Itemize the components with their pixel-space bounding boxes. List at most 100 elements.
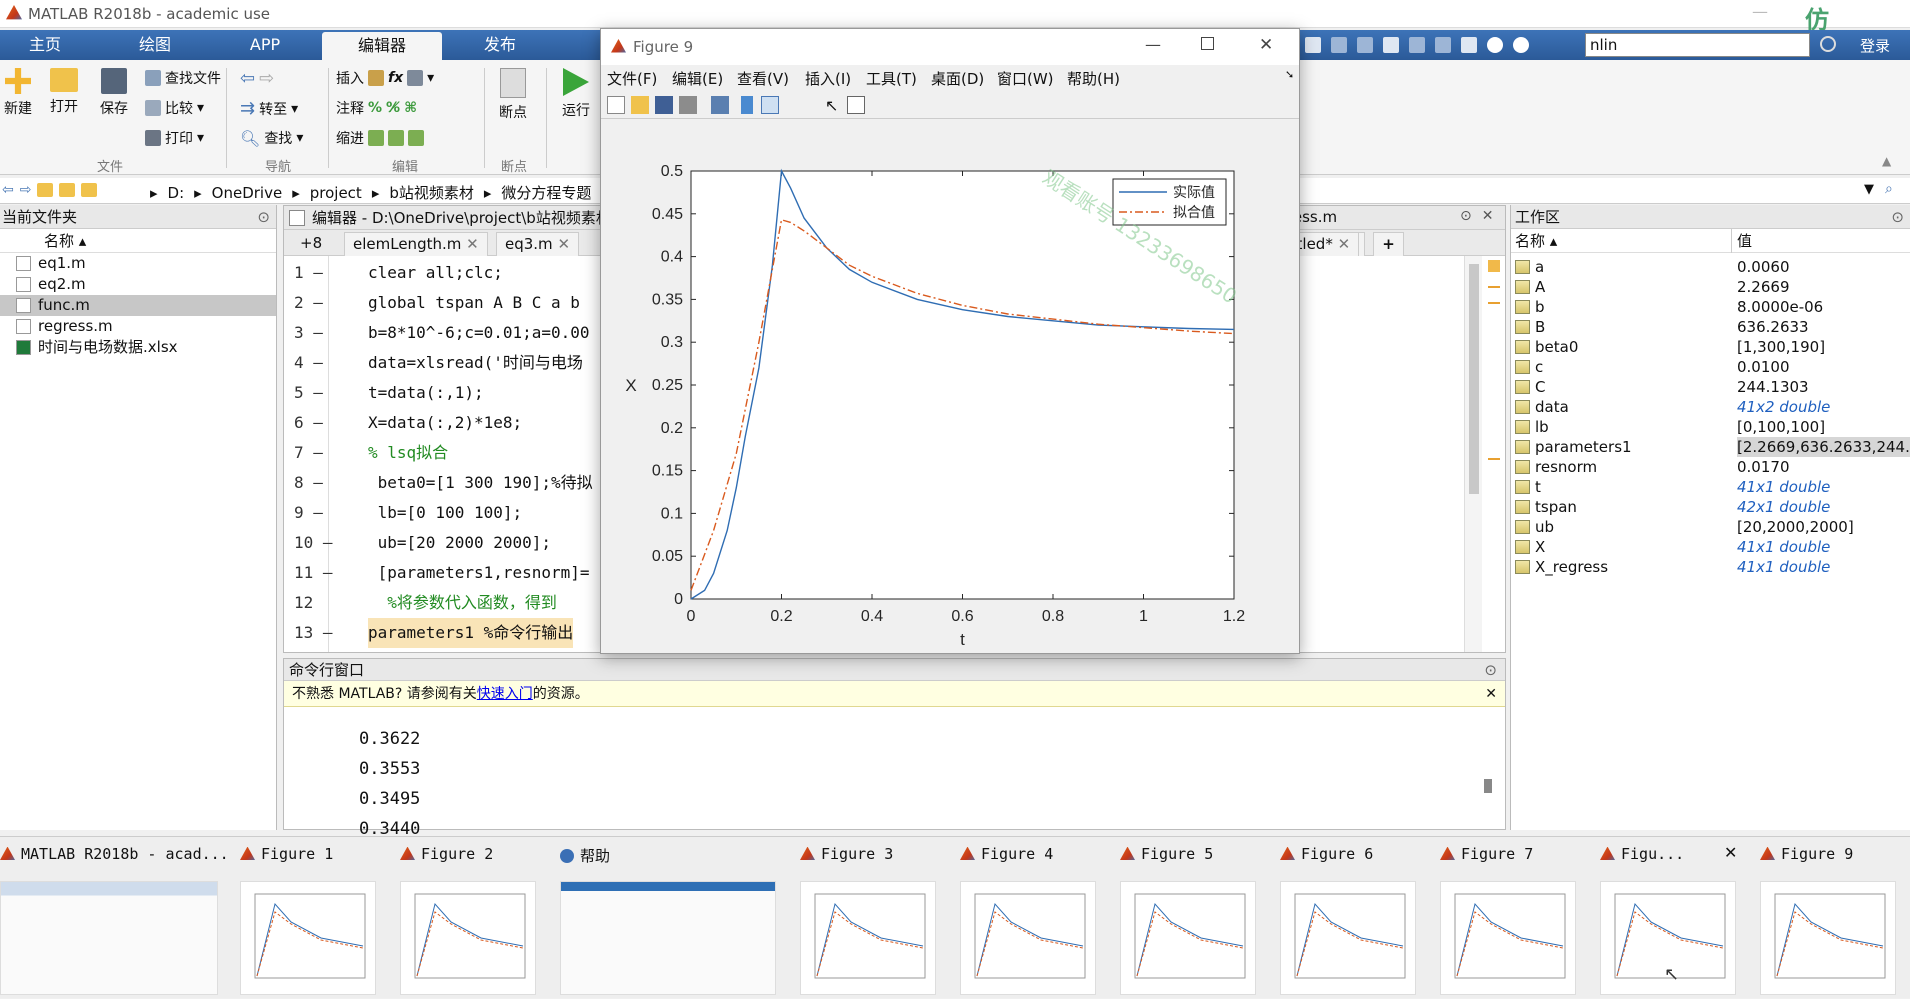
taskbar-thumbnail[interactable]: Figure 5 (1120, 837, 1260, 999)
tab-apps[interactable]: APP (220, 30, 310, 60)
colorbar-icon[interactable] (741, 96, 753, 114)
taskbar-thumbnail[interactable]: Figure 7 (1440, 837, 1580, 999)
breadcrumb-item[interactable]: project (310, 184, 362, 202)
line-number[interactable]: 7 — (294, 438, 354, 468)
taskbar-thumbnail[interactable]: 帮助 (560, 837, 780, 999)
tab-editor[interactable]: 编辑器 (322, 32, 442, 60)
taskbar-thumbnail[interactable]: Figure 3 (800, 837, 940, 999)
close-icon[interactable]: ✕ (1482, 208, 1494, 224)
minimize-icon[interactable]: — (1145, 35, 1161, 54)
line-number[interactable]: 3 — (294, 318, 354, 348)
workspace-variable-row[interactable]: t 41x1 double (1511, 477, 1910, 497)
taskbar-thumbnail[interactable]: MATLAB R2018b - acad... (0, 837, 229, 999)
workspace-variable-row[interactable]: tspan 42x1 double (1511, 497, 1910, 517)
print-button[interactable]: 打印 ▾ (145, 128, 204, 148)
line-number[interactable]: 13 — (294, 618, 354, 648)
find-files-button[interactable]: 查找文件 (145, 68, 221, 88)
panel-menu-icon[interactable]: ⊙ (257, 205, 270, 229)
close-icon[interactable]: ✕ (1485, 681, 1497, 707)
community-icon[interactable] (1513, 37, 1529, 53)
legend-icon[interactable] (761, 96, 779, 114)
warning-indicator-icon[interactable] (1488, 260, 1500, 272)
workspace-variable-row[interactable]: c 0.0100 (1511, 357, 1910, 377)
up-folder-icon[interactable] (37, 183, 54, 197)
back-arrow-icon[interactable]: ⇦ (2, 182, 14, 198)
goto-button[interactable]: ⇉ 转至 ▾ (240, 98, 298, 119)
compare-button[interactable]: 比较 ▾ (145, 98, 204, 118)
code-scrollbar[interactable] (1464, 256, 1482, 652)
tab-overflow-button[interactable]: +8 (292, 232, 332, 256)
menu-file[interactable]: 文件(F) (607, 68, 657, 89)
menu-window[interactable]: 窗口(W) (997, 68, 1054, 89)
run-button[interactable]: 运行 (560, 68, 592, 120)
tab-plots[interactable]: 绘图 (110, 30, 200, 60)
line-number[interactable]: 6 — (294, 408, 354, 438)
panel-menu-icon[interactable]: ⊙ (1891, 205, 1904, 229)
link-plot-icon[interactable] (711, 96, 729, 114)
cut-icon[interactable] (1331, 37, 1347, 53)
column-divider[interactable] (1731, 229, 1732, 253)
workspace-variable-row[interactable]: resnorm 0.0170 (1511, 457, 1910, 477)
login-link[interactable]: 登录 (1860, 35, 1890, 56)
line-number[interactable]: 8 — (294, 468, 354, 498)
tab-eq3[interactable]: eq3.m ✕ (496, 232, 580, 256)
file-list-item[interactable]: eq2.m (0, 274, 276, 295)
help-icon[interactable] (1487, 37, 1503, 53)
line-number[interactable]: 4 — (294, 348, 354, 378)
close-icon[interactable]: ✕ (1259, 35, 1273, 55)
figure-plot[interactable]: 0 0.2 0.4 0.6 0.8 1 1.2 0 0.05 0.1 0.15 0.2 0.25 0.3 0… (601, 121, 1299, 653)
file-list-item[interactable]: 时间与电场数据.xlsx (0, 337, 276, 358)
save-icon[interactable] (1305, 37, 1321, 53)
breadcrumb-item[interactable]: b站视频素材 (389, 182, 474, 203)
pointer-icon[interactable]: ↖ (825, 96, 839, 115)
line-number[interactable]: 1 — (294, 258, 354, 288)
workspace-variable-row[interactable]: a 0.0060 (1511, 257, 1910, 277)
workspace-variable-row[interactable]: B 636.2633 (1511, 317, 1910, 337)
menu-help[interactable]: 帮助(H) (1067, 68, 1120, 89)
close-icon[interactable]: ✕ (557, 235, 570, 253)
quick-start-link[interactable]: 快速入门 (477, 686, 533, 702)
close-icon[interactable]: ✕ (1724, 843, 1737, 862)
print-figure-icon[interactable] (679, 96, 697, 114)
search-icon[interactable]: ⌕ (1885, 181, 1893, 197)
find-button[interactable]: 🔍︎ 查找 ▾ (240, 128, 303, 148)
taskbar-thumbnail[interactable]: Figure 6 (1280, 837, 1420, 999)
file-list-item[interactable]: func.m (0, 295, 276, 316)
new-figure-icon[interactable] (607, 96, 625, 114)
close-icon[interactable]: ✕ (1338, 235, 1351, 253)
taskbar-thumbnail[interactable]: Figure 2 (400, 837, 540, 999)
menu-view[interactable]: 查看(V) (737, 68, 789, 89)
line-number[interactable]: 9 — (294, 498, 354, 528)
line-number[interactable]: 10 — (294, 528, 354, 558)
paste-icon[interactable] (1383, 37, 1399, 53)
forward-arrow-icon[interactable]: ⇨ (20, 182, 32, 198)
tab-publish[interactable]: 发布 (455, 30, 545, 60)
comment-button[interactable]: 注释% %̸ ⌘ (336, 98, 417, 118)
minimize-icon[interactable]: — (1740, 2, 1780, 24)
new-tab-button[interactable]: + (1373, 232, 1404, 256)
save-figure-icon[interactable] (655, 96, 673, 114)
account-icon[interactable] (1820, 36, 1836, 52)
panel-menu-icon[interactable]: ⊙ (1484, 659, 1497, 681)
taskbar-thumbnail[interactable]: Figure 4 (960, 837, 1100, 999)
line-number[interactable]: 5 — (294, 378, 354, 408)
workspace-variable-row[interactable]: lb [0,100,100] (1511, 417, 1910, 437)
panel-menu-icon[interactable]: ⊙ (1460, 208, 1472, 224)
workspace-variable-row[interactable]: ub [20,2000,2000] (1511, 517, 1910, 537)
menu-edit[interactable]: 编辑(E) (672, 68, 723, 89)
workspace-variable-row[interactable]: X 41x1 double (1511, 537, 1910, 557)
file-list-item[interactable]: regress.m (0, 316, 276, 337)
file-list-item[interactable]: eq1.m (0, 253, 276, 274)
column-name[interactable]: 名称 ▴ (1515, 229, 1557, 253)
search-documentation-input[interactable]: nlin (1585, 33, 1810, 57)
line-number[interactable]: 12 (294, 588, 354, 618)
dock-arrow-icon[interactable]: ➘ (1285, 68, 1294, 81)
open-button[interactable]: 打开 (48, 68, 80, 116)
breakpoints-button[interactable]: 断点 (492, 68, 534, 122)
cmd-scrollbar-thumb[interactable] (1484, 779, 1492, 793)
column-value[interactable]: 值 (1737, 229, 1752, 253)
breadcrumb-item[interactable]: OneDrive (212, 184, 283, 202)
workspace-variable-row[interactable]: beta0 [1,300,190] (1511, 337, 1910, 357)
address-dropdown-icon[interactable]: ▼ (1864, 182, 1874, 197)
close-icon[interactable]: ✕ (466, 235, 479, 253)
